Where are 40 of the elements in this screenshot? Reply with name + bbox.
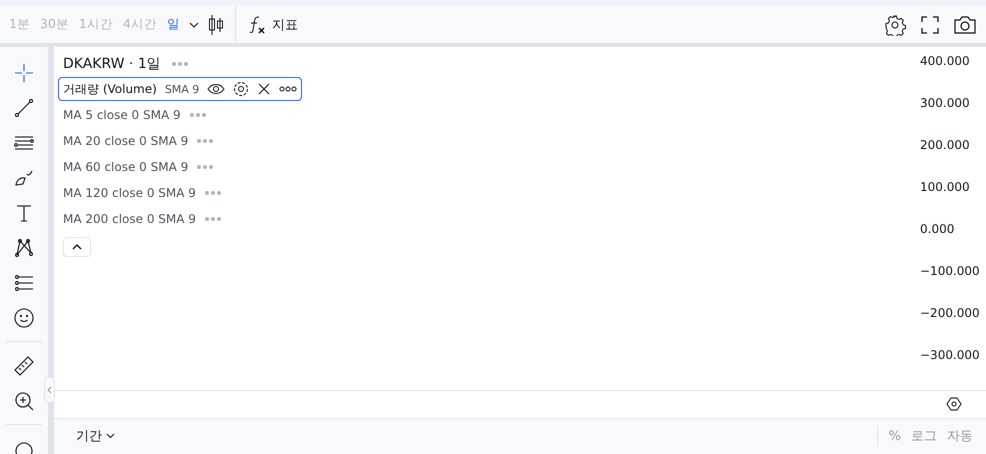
study-legend-row[interactable]: MA 200 close 0 SMA 9 [58, 207, 227, 231]
interval-button[interactable]: 일 [162, 16, 185, 33]
price-label: −100.000 [920, 264, 981, 280]
study-name: MA 20 close 0 SMA 9 [63, 134, 188, 148]
study-params: SMA 9 [164, 82, 200, 96]
price-label: 100.000 [920, 180, 971, 196]
study-name: MA 5 close 0 SMA 9 [63, 108, 181, 122]
price-label: 200.000 [920, 138, 971, 154]
study-name: 거래량 (Volume) [63, 80, 157, 98]
zoom-in-icon [13, 390, 35, 412]
study-legend-row[interactable]: 거래량 (Volume) SMA 9 [58, 77, 302, 101]
range-button[interactable]: 기간 [70, 426, 121, 446]
study-legend-row[interactable]: MA 20 close 0 SMA 9 [58, 129, 220, 153]
collapse-button[interactable] [63, 237, 91, 257]
study-legend-row[interactable]: MA 5 close 0 SMA 9 [58, 103, 212, 127]
study-legend-row[interactable]: MA 60 close 0 SMA 9 [58, 155, 220, 179]
symbol-title: DKAKRW · 1일 [63, 55, 161, 73]
price-label: −300.000 [920, 348, 981, 364]
more-icon[interactable] [279, 86, 298, 92]
settings-icon[interactable] [233, 81, 250, 97]
line-icon [13, 96, 35, 118]
collapse-handle[interactable] [44, 377, 55, 403]
price-label: 400.000 [920, 54, 971, 70]
pattern-icon [13, 236, 35, 258]
study-name: MA 200 close 0 SMA 9 [63, 212, 196, 226]
crosshair-icon [13, 62, 35, 84]
close-icon[interactable] [257, 82, 272, 96]
price-label: −200.000 [920, 306, 981, 322]
indicators-button[interactable]: 지표 [242, 10, 302, 38]
caret-icon [72, 244, 82, 250]
caret-icon [106, 433, 115, 440]
price-label: 0.000 [920, 222, 956, 238]
eye-icon[interactable] [207, 83, 226, 95]
study-legend-row[interactable]: MA 120 close 0 SMA 9 [58, 181, 227, 205]
settings-icon[interactable] [946, 396, 962, 412]
study-name: MA 60 close 0 SMA 9 [63, 160, 188, 174]
study-name: MA 120 close 0 SMA 9 [63, 186, 196, 200]
smiley-icon [13, 306, 35, 328]
price-label: 300.000 [920, 96, 971, 112]
ruler-icon [13, 354, 35, 376]
